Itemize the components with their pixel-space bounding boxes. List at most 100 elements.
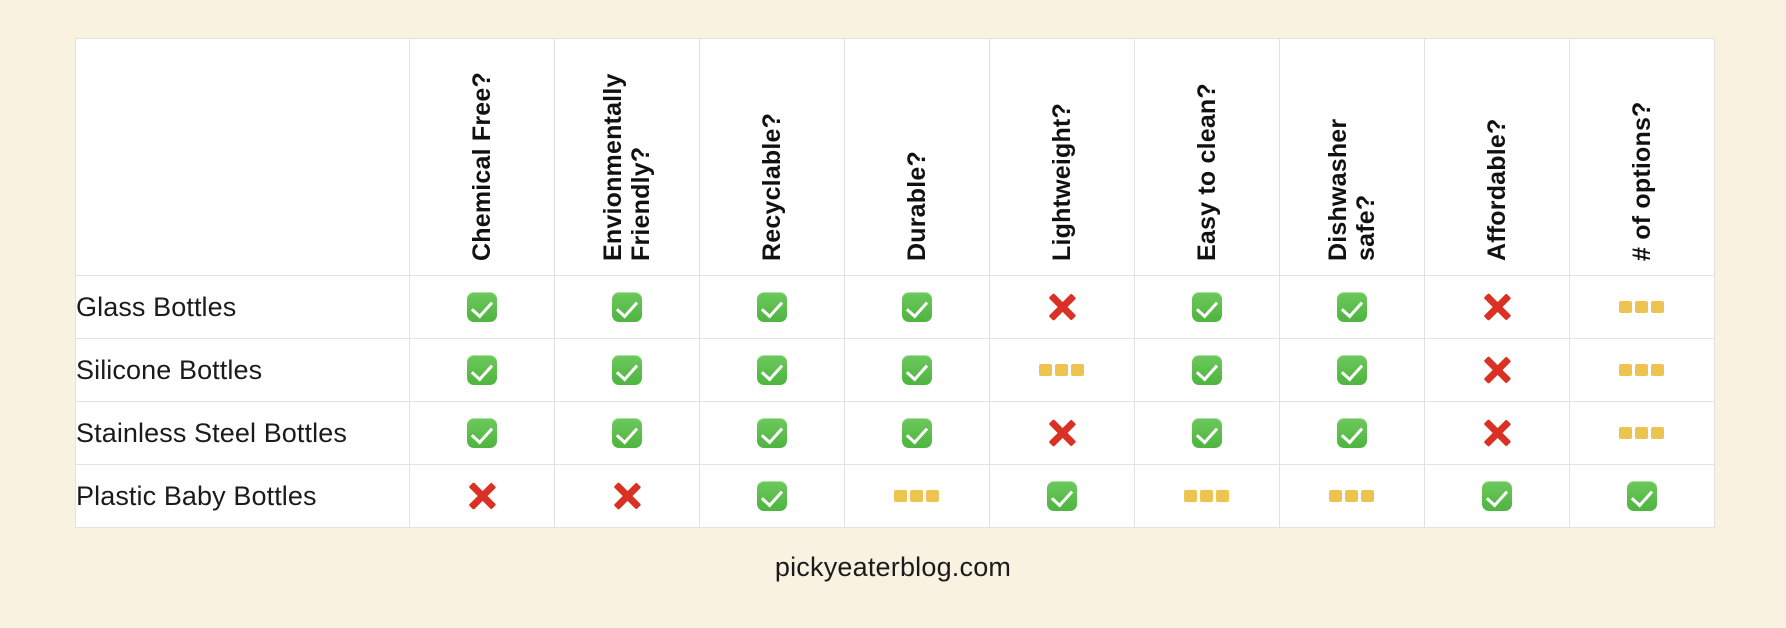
cell-value [699,464,845,528]
cell-value [409,275,555,339]
cell-value [409,401,555,465]
yellow-dash-icon [1619,300,1665,313]
cell-value [1424,338,1570,402]
red-cross-icon [611,480,643,512]
green-check-icon [467,355,497,385]
green-check-icon [1192,292,1222,322]
green-check-icon [612,292,642,322]
cell-value [1424,464,1570,528]
row-label: Plastic Baby Bottles [75,464,410,528]
comparison-table-page: Chemical Free? Envionmentally Friendly? Re… [0,0,1786,628]
cell-value [989,464,1135,528]
yellow-dash-icon [1184,489,1230,502]
cell-value [409,338,555,402]
row-label: Glass Bottles [75,275,410,339]
column-header-label: Affordable? [1483,118,1511,261]
column-header-5: Easy to clean? [1134,38,1280,276]
yellow-dash-icon [894,489,940,502]
cell-value [1569,275,1715,339]
corner-header-cell [75,38,410,276]
table-row: Silicone Bottles [75,338,1715,402]
column-header-label: Dishwasher safe? [1324,118,1380,261]
red-cross-icon [1046,417,1078,449]
column-header-label: Envionmentally Friendly? [599,73,655,261]
green-check-icon [1482,481,1512,511]
table-body: Glass Bottles Silicone Bottles Stainless S… [75,275,1715,528]
source-attribution: pickyeaterblog.com [774,552,1012,582]
cell-value [699,401,845,465]
column-header-label: Chemical Free? [468,72,496,261]
cell-value [844,401,990,465]
green-check-icon [902,355,932,385]
green-check-icon [757,292,787,322]
red-cross-icon [1481,291,1513,323]
green-check-icon [1337,355,1367,385]
red-cross-icon [1481,354,1513,386]
green-check-icon [1047,481,1077,511]
cell-value [1134,338,1280,402]
green-check-icon [757,481,787,511]
cell-value [1424,401,1570,465]
table-row: Plastic Baby Bottles [75,464,1715,528]
green-check-icon [757,418,787,448]
column-header-label: Recyclable? [758,112,786,261]
green-check-icon [902,292,932,322]
cell-value [844,275,990,339]
green-check-icon [1337,292,1367,322]
green-check-icon [1192,418,1222,448]
column-header-7: Affordable? [1424,38,1570,276]
column-header-label: Durable? [903,151,931,261]
cell-value [1279,275,1425,339]
green-check-icon [1192,355,1222,385]
cell-value [1569,464,1715,528]
column-header-3: Durable? [844,38,990,276]
cell-value [844,464,990,528]
cell-value [1134,464,1280,528]
yellow-dash-icon [1619,363,1665,376]
cell-value [1569,401,1715,465]
column-header-label: Lightweight? [1048,103,1076,261]
cell-value [989,401,1135,465]
green-check-icon [467,292,497,322]
green-check-icon [1627,481,1657,511]
table-head: Chemical Free? Envionmentally Friendly? Re… [75,38,1715,276]
cell-value [844,338,990,402]
cell-value [554,275,700,339]
cell-value [409,464,555,528]
table-row: Glass Bottles [75,275,1715,339]
green-check-icon [612,355,642,385]
cell-value [989,338,1135,402]
cell-value [1134,275,1280,339]
cell-value [1279,401,1425,465]
header-row: Chemical Free? Envionmentally Friendly? Re… [75,38,1715,276]
column-header-label: # of options? [1628,101,1656,261]
red-cross-icon [1046,291,1078,323]
column-header-0: Chemical Free? [409,38,555,276]
red-cross-icon [466,480,498,512]
cell-value [1134,401,1280,465]
cell-value [1424,275,1570,339]
column-header-4: Lightweight? [989,38,1135,276]
green-check-icon [612,418,642,448]
cell-value [1279,464,1425,528]
yellow-dash-icon [1329,489,1375,502]
green-check-icon [467,418,497,448]
cell-value [1279,338,1425,402]
row-label: Stainless Steel Bottles [75,401,410,465]
comparison-table-container: Chemical Free? Envionmentally Friendly? Re… [75,38,1715,528]
cell-value [699,275,845,339]
cell-value [1569,338,1715,402]
cell-value [554,401,700,465]
red-cross-icon [1481,417,1513,449]
yellow-dash-icon [1039,363,1085,376]
column-header-6: Dishwasher safe? [1279,38,1425,276]
column-header-label: Easy to clean? [1193,83,1221,261]
column-header-8: # of options? [1569,38,1715,276]
column-header-1: Envionmentally Friendly? [554,38,700,276]
cell-value [699,338,845,402]
cell-value [554,338,700,402]
table-row: Stainless Steel Bottles [75,401,1715,465]
yellow-dash-icon [1619,426,1665,439]
row-label: Silicone Bottles [75,338,410,402]
column-header-2: Recyclable? [699,38,845,276]
